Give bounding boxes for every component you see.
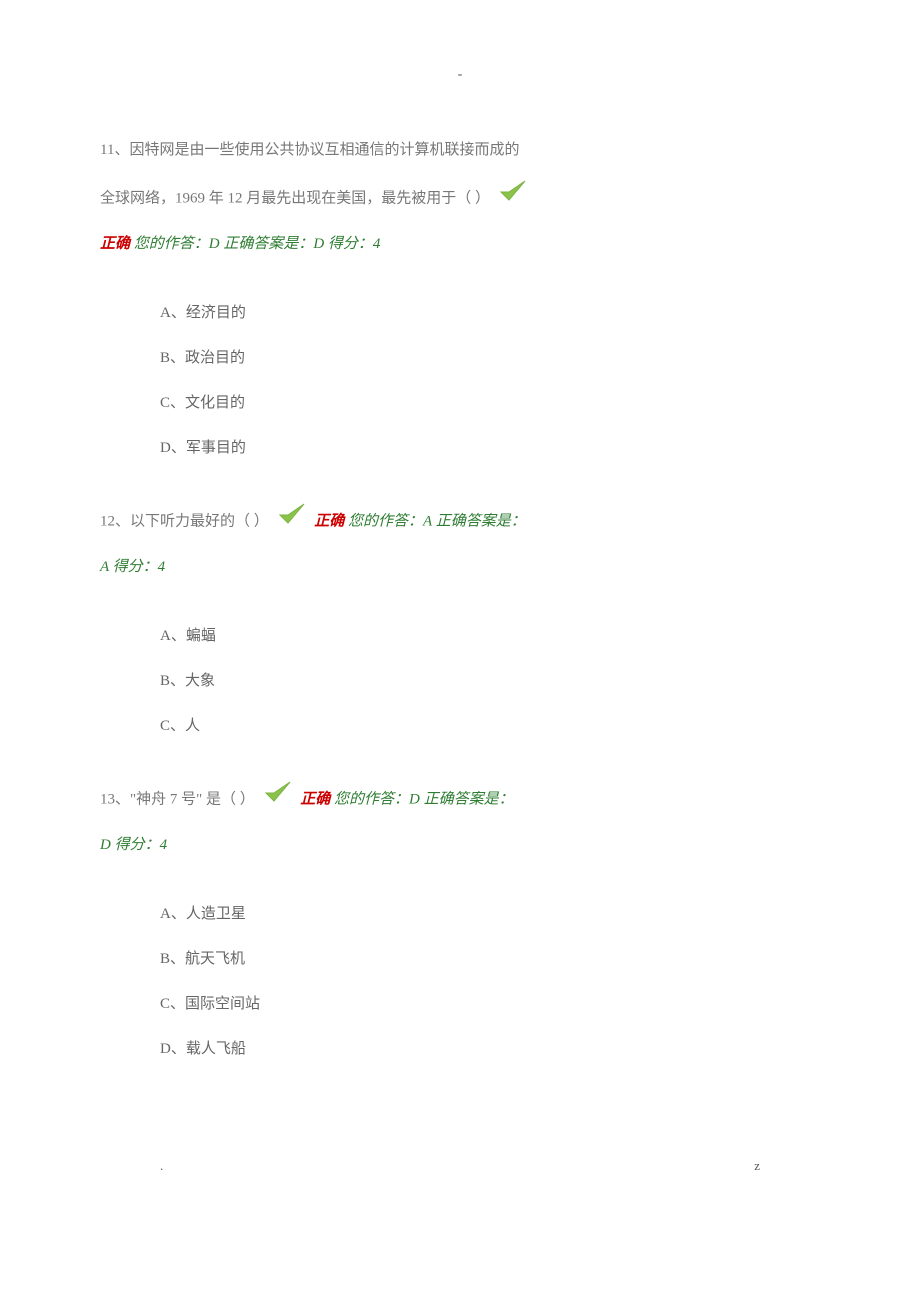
- feedback-detail-2: A 得分：4: [100, 559, 165, 575]
- checkmark-icon: [263, 779, 293, 821]
- question-13: 13、"神舟 7 号" 是（ ） 正确 您的作答：D 正确答案是： D 得分：4…: [100, 779, 820, 1072]
- option-c: C、文化目的: [160, 381, 820, 426]
- options-list: A、人造卫星 B、航天飞机 C、国际空间站 D、载人飞船: [100, 892, 820, 1072]
- feedback-correct-label: 正确: [300, 791, 330, 807]
- question-number: 11、: [100, 142, 129, 158]
- document-page: - 11、因特网是由一些使用公共协议互相通信的计算机联接而成的 全球网络，196…: [0, 0, 920, 1240]
- question-text: 11、因特网是由一些使用公共协议互相通信的计算机联接而成的: [100, 131, 820, 170]
- question-text-line2: 全球网络，1969 年 12 月最先出现在美国，最先被用于（ ）: [100, 178, 820, 220]
- question-11: 11、因特网是由一些使用公共协议互相通信的计算机联接而成的 全球网络，1969 …: [100, 131, 820, 471]
- question-line2: 全球网络，1969 年 12 月最先出现在美国，最先被用于（ ）: [100, 190, 490, 206]
- feedback-detail-1: 您的作答：D 正确答案是：: [330, 791, 513, 807]
- option-c: C、人: [160, 704, 820, 749]
- checkmark-icon: [277, 501, 307, 543]
- option-d: D、载人飞船: [160, 1027, 820, 1072]
- option-b: B、政治目的: [160, 336, 820, 381]
- option-a: A、经济目的: [160, 291, 820, 336]
- feedback-correct-label: 正确: [100, 236, 130, 252]
- footer-right: z: [754, 1152, 760, 1181]
- option-b: B、航天飞机: [160, 937, 820, 982]
- feedback-line2: A 得分：4: [100, 551, 820, 584]
- top-mark: -: [100, 60, 820, 91]
- option-d: D、军事目的: [160, 426, 820, 471]
- option-a: A、人造卫星: [160, 892, 820, 937]
- question-number: 12、: [100, 513, 130, 529]
- question-text: 12、以下听力最好的（ ） 正确 您的作答：A 正确答案是：: [100, 501, 820, 543]
- feedback-correct-label: 正确: [314, 513, 344, 529]
- question-inline: "神舟 7 号" 是（ ）: [130, 791, 255, 807]
- feedback-detail: 您的作答：D 正确答案是：D 得分：4: [130, 236, 380, 252]
- question-inline: 以下听力最好的（ ）: [130, 513, 269, 529]
- question-12: 12、以下听力最好的（ ） 正确 您的作答：A 正确答案是： A 得分：4 A、…: [100, 501, 820, 749]
- feedback-inline: 正确 您的作答：A 正确答案是：: [314, 513, 525, 529]
- options-list: A、蝙蝠 B、大象 C、人: [100, 614, 820, 749]
- question-number: 13、: [100, 791, 130, 807]
- option-a: A、蝙蝠: [160, 614, 820, 659]
- footer-left: .: [160, 1152, 163, 1181]
- feedback-line: 正确 您的作答：D 正确答案是：D 得分：4: [100, 228, 820, 261]
- page-footer: . z: [100, 1152, 820, 1181]
- feedback-detail-2: D 得分：4: [100, 837, 167, 853]
- checkmark-icon: [498, 178, 528, 220]
- option-b: B、大象: [160, 659, 820, 704]
- feedback-line2: D 得分：4: [100, 829, 820, 862]
- feedback-inline: 正确 您的作答：D 正确答案是：: [300, 791, 513, 807]
- option-c: C、国际空间站: [160, 982, 820, 1027]
- options-list: A、经济目的 B、政治目的 C、文化目的 D、军事目的: [100, 291, 820, 471]
- question-line1: 因特网是由一些使用公共协议互相通信的计算机联接而成的: [129, 142, 519, 158]
- question-text: 13、"神舟 7 号" 是（ ） 正确 您的作答：D 正确答案是：: [100, 779, 820, 821]
- feedback-detail-1: 您的作答：A 正确答案是：: [344, 513, 525, 529]
